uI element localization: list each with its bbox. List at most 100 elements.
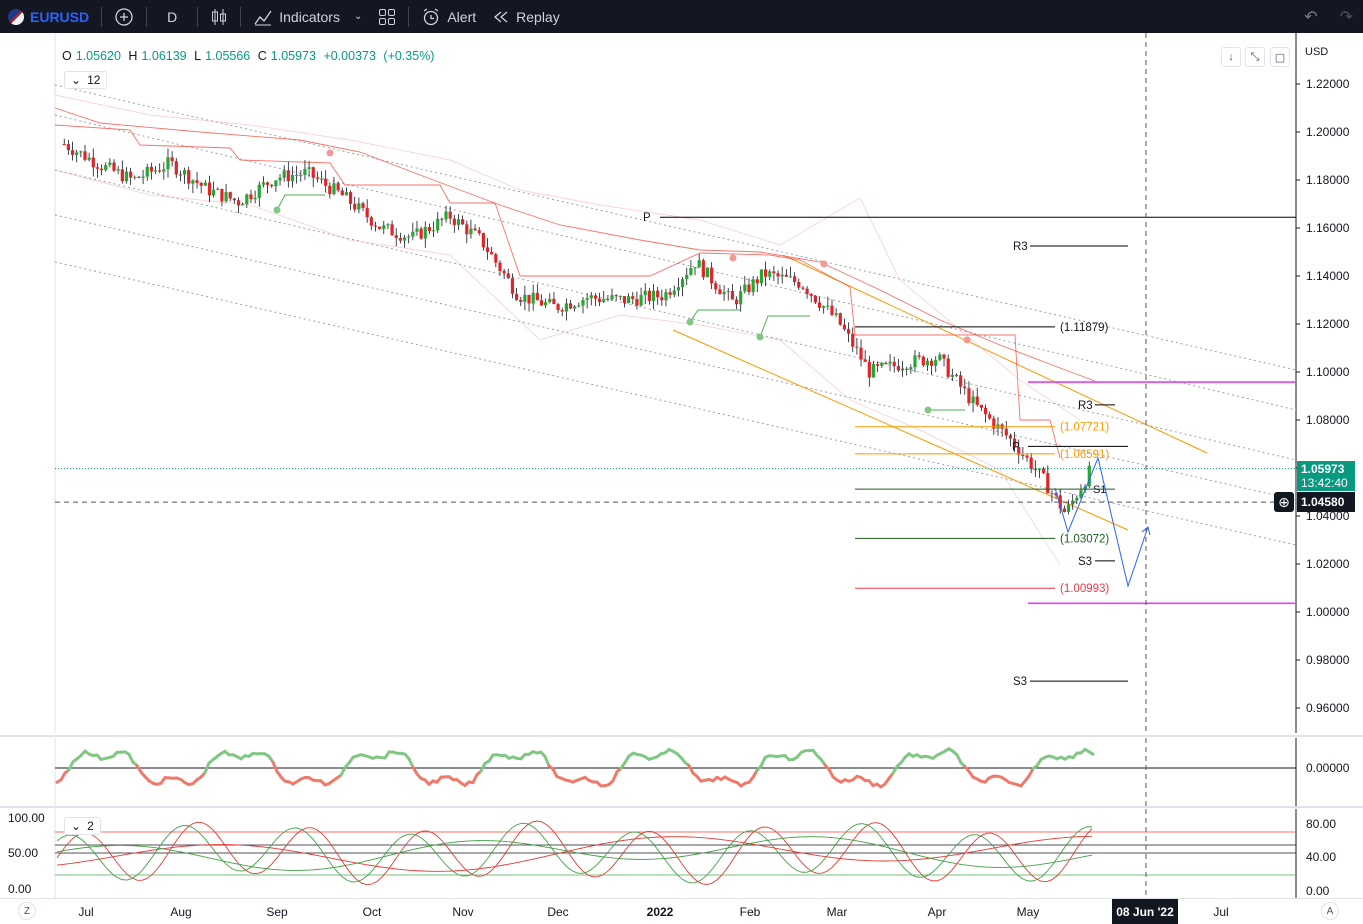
bearish-candle <box>249 194 253 200</box>
scroll-down-icon[interactable]: ↓ <box>1221 47 1241 67</box>
envelope-upper-line <box>54 107 1096 382</box>
redo-icon[interactable]: ↷ <box>1340 7 1353 27</box>
indicators-button[interactable]: Indicators ⌄ <box>245 0 370 33</box>
interval-button[interactable]: D <box>151 0 193 33</box>
bearish-candle <box>830 305 834 315</box>
currency-label[interactable]: USD <box>1305 46 1328 58</box>
bullish-candle <box>768 271 772 277</box>
bearish-candle <box>220 188 224 202</box>
last-price-tag: 1.05973 13:42:40 <box>1297 461 1355 491</box>
bullish-candle <box>153 170 158 172</box>
bullish-candle <box>751 279 755 293</box>
bearish-candle <box>921 356 925 366</box>
bullish-candle <box>319 178 324 180</box>
resistance-dot <box>820 260 828 268</box>
bearish-candle <box>232 198 236 201</box>
level-label-s3_lower: S3 <box>1013 676 1027 688</box>
bullish-candle <box>950 374 954 377</box>
bullish-candle <box>1066 504 1071 513</box>
collapse-icon[interactable]: ⤡ <box>1245 47 1265 67</box>
bearish-candle <box>988 414 992 419</box>
bearish-candle <box>1029 457 1033 470</box>
bearish-candle <box>519 299 523 302</box>
bullish-candle <box>191 180 195 184</box>
bearish-candle <box>1008 435 1013 439</box>
level-label-pivot_p_top: P <box>643 212 651 224</box>
osc2-right-tick: 40.00 <box>1306 850 1336 864</box>
maximize-icon[interactable]: ▢ <box>1270 47 1290 67</box>
time-axis-label: Jul <box>1213 905 1228 919</box>
bearish-candle <box>510 278 515 294</box>
bullish-candle <box>531 292 535 304</box>
bearish-candle <box>461 219 465 225</box>
bearish-candle <box>556 304 560 311</box>
bullish-candle <box>602 299 606 302</box>
bearish-candle <box>842 324 847 330</box>
bearish-candle <box>1004 428 1008 436</box>
timezone-button[interactable]: Z <box>18 902 36 920</box>
osc2-right-tick: 0.00 <box>1306 884 1330 898</box>
bullish-candle <box>382 225 386 229</box>
bullish-candle <box>888 361 892 364</box>
templates-button[interactable] <box>370 0 404 33</box>
level-label-r3_upper: R3 <box>1013 241 1028 253</box>
trailing-stop-line <box>54 124 1061 459</box>
auto-scale-button[interactable]: A <box>1321 902 1339 920</box>
bearish-candle <box>718 289 722 295</box>
bearish-candle <box>137 176 141 178</box>
bearish-candle <box>340 190 344 196</box>
bearish-candle <box>979 404 983 408</box>
close-value: 1.05973 <box>270 49 316 63</box>
bearish-candle <box>315 177 319 179</box>
bearish-candle <box>801 287 805 289</box>
bullish-candle <box>415 228 419 232</box>
pane-separator[interactable] <box>0 735 1363 737</box>
bullish-candle <box>253 197 257 200</box>
plus-icon[interactable]: ⊕ <box>1274 492 1294 512</box>
bearish-candle <box>1033 469 1037 471</box>
bearish-candle <box>597 298 602 302</box>
bullish-candle <box>203 182 207 186</box>
bullish-candle <box>743 284 747 292</box>
bullish-candle <box>788 276 793 278</box>
undo-icon[interactable]: ↶ <box>1304 7 1317 27</box>
bearish-candle <box>207 182 212 196</box>
bearish-candle <box>809 294 813 296</box>
bearish-candle <box>390 224 394 236</box>
indicators-collapse-toggle[interactable]: ⌄ 12 <box>64 71 108 89</box>
bullish-candle <box>627 296 631 304</box>
bullish-candle <box>880 362 884 366</box>
oscillator-pane-2[interactable]: 100.00 50.00 0.00 80.00 40.00 0.00 <box>0 809 1363 898</box>
high-value: 1.06139 <box>141 49 187 63</box>
bullish-candle <box>402 237 407 241</box>
bullish-candle <box>913 355 917 368</box>
bearish-candle <box>797 281 801 288</box>
level-label-level_106591: (1.06591) <box>1060 449 1109 461</box>
projection-path <box>1054 456 1149 588</box>
bearish-candle <box>158 170 162 172</box>
bearish-candle <box>772 271 776 274</box>
add-symbol-button[interactable] <box>106 0 142 33</box>
chevron-down-icon[interactable]: ⌄ <box>354 11 362 22</box>
replay-button[interactable]: Replay <box>484 0 568 33</box>
price-chart[interactable]: 1.22000 1.20000 1.18000 1.16000 1.14000 1.120… <box>0 33 1363 733</box>
price-tick-label: 1.22000 <box>1306 77 1350 91</box>
bullish-candle <box>444 211 448 220</box>
symbol-search-button[interactable]: EURUSD <box>0 0 97 33</box>
bearish-candle <box>967 388 971 404</box>
osc2-collapse-toggle[interactable]: ⌄ 2 <box>64 817 101 835</box>
support-step-line <box>689 309 740 323</box>
oscillator-pane-1[interactable]: 0.00000 <box>0 738 1363 806</box>
chart-style-button[interactable] <box>202 0 236 33</box>
level-label-s3_upper: S3 <box>1078 556 1092 568</box>
alert-button[interactable]: Alert <box>413 0 484 33</box>
bearish-candle <box>593 295 598 299</box>
price-tick-label: 1.20000 <box>1306 125 1350 139</box>
bullish-candle <box>75 152 79 155</box>
osc2-left-tick: 100.00 <box>8 811 45 825</box>
pane-separator[interactable] <box>0 806 1363 808</box>
bullish-candle <box>295 174 299 176</box>
bearish-candle <box>70 150 75 155</box>
bullish-candle <box>934 360 938 366</box>
bearish-candle <box>975 396 979 405</box>
